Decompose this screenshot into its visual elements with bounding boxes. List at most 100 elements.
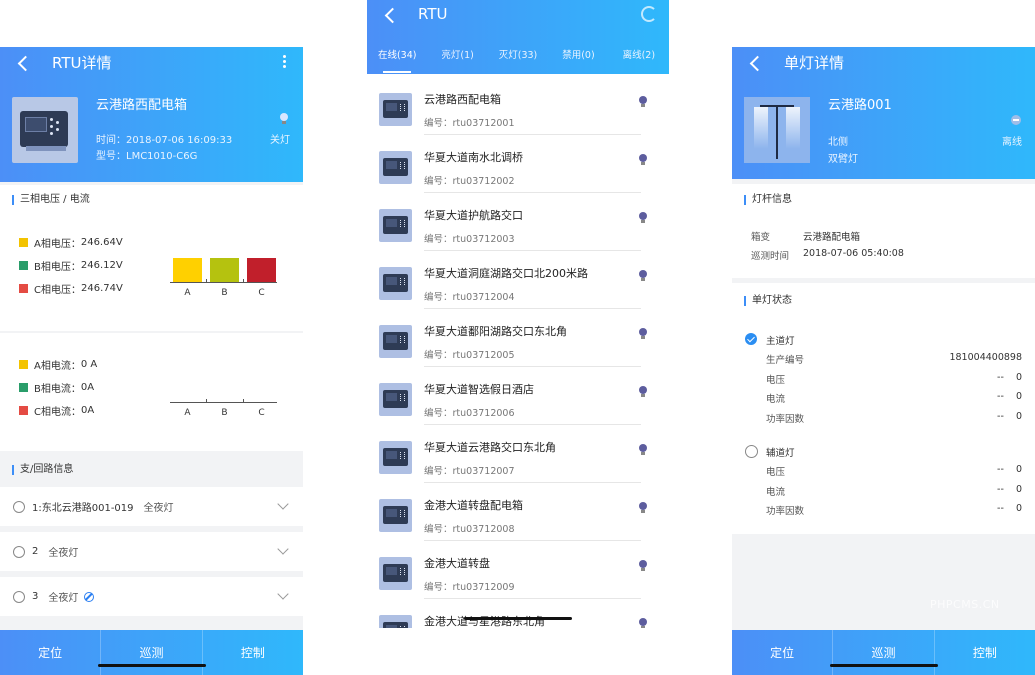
rtu-code: 编号：rtu03712006 <box>424 408 515 419</box>
list-item[interactable]: 华夏大道鄱阳湖路交口东北角 编号：rtu03712005 <box>367 309 669 367</box>
branch-label: 3 <box>32 591 39 602</box>
rtu-model: 型号：LMC1010-C6G <box>96 151 198 162</box>
tab-online[interactable]: 在线(34) <box>367 46 427 68</box>
back-icon[interactable] <box>14 51 34 75</box>
branch-label: 2 <box>32 546 39 557</box>
top-bar: RTU详情 <box>0 47 303 79</box>
bulb-icon <box>638 618 648 628</box>
bar-c <box>247 258 276 282</box>
branch-mode: 全夜灯 <box>143 503 174 514</box>
list-item[interactable]: 华夏大道护航路交口 编号：rtu03712003 <box>367 193 669 251</box>
more-icon[interactable] <box>283 55 287 71</box>
rtu-list: 云港路西配电箱 编号：rtu03712001 华夏大道南水北调桥 编号：rtu0371… <box>367 77 669 628</box>
voltage-c: C相电压： 246.74V <box>19 281 123 296</box>
section-title-pole: 灯杆信息 <box>744 195 792 205</box>
kv-key: 巡测时间 <box>751 251 790 262</box>
page-title: RTU详情 <box>52 54 112 72</box>
main-lamp-label: 主道灯 <box>766 336 795 347</box>
control-button[interactable]: 控制 <box>935 630 1035 675</box>
radio-icon[interactable] <box>13 545 25 558</box>
rtu-name: 云港路西配电箱 <box>96 98 188 113</box>
list-item[interactable]: 华夏大道洞庭湖路交口北200米路 编号：rtu03712004 <box>367 251 669 309</box>
page-title: RTU <box>418 5 448 23</box>
bulb-icon <box>638 96 648 108</box>
radio-icon[interactable] <box>745 445 758 458</box>
kv-key: 电压 <box>766 374 786 386</box>
list-item[interactable]: 云港路西配电箱 编号：rtu03712001 <box>367 77 669 135</box>
top-bar: 单灯详情 <box>732 47 1035 79</box>
current-b: B相电流： 0A <box>19 380 94 395</box>
chevron-down-icon[interactable] <box>277 498 289 510</box>
patrol-button[interactable]: 巡测 <box>101 630 203 675</box>
list-item[interactable]: 华夏大道南水北调桥 编号：rtu03712002 <box>367 135 669 193</box>
list-item[interactable]: 华夏大道云港路交口东北角 编号：rtu03712007 <box>367 425 669 483</box>
locate-button[interactable]: 定位 <box>0 630 102 675</box>
refresh-icon[interactable] <box>641 6 657 22</box>
cabinet-icon <box>379 383 412 416</box>
tab-disabled[interactable]: 禁用(0) <box>548 46 608 68</box>
lamp-status: 关灯 <box>270 135 290 146</box>
home-indicator[interactable] <box>830 664 938 667</box>
kv-key: 电流 <box>766 394 786 405</box>
rtu-code: 编号：rtu03712005 <box>424 350 515 361</box>
control-button[interactable]: 控制 <box>203 630 303 675</box>
kv-value: -- 0 <box>997 371 1022 383</box>
chevron-down-icon[interactable] <box>277 543 289 555</box>
list-item[interactable]: 华夏大道智选假日酒店 编号：rtu03712006 <box>367 367 669 425</box>
rtu-name: 华夏大道云港路交口东北角 <box>424 441 556 454</box>
back-icon[interactable] <box>746 51 766 75</box>
rtu-list-screen: RTU 在线(34) 亮灯(1) 灭灯(33) 禁用(0) 离线(2) 云港路西… <box>367 0 669 628</box>
branch-label: 1:东北云港路001-019 <box>32 503 134 514</box>
rtu-name: 金港大道转盘 <box>424 557 490 570</box>
home-indicator[interactable] <box>464 617 572 620</box>
section-title-lamp-state: 单灯状态 <box>744 296 792 306</box>
tab-offline[interactable]: 离线(2) <box>609 46 669 68</box>
kv-key: 功率因数 <box>766 506 805 517</box>
kv-key: 电流 <box>766 486 786 498</box>
tab-off[interactable]: 灭灯(33) <box>488 46 548 68</box>
branch-item[interactable]: 2 全夜灯 <box>0 532 303 571</box>
back-icon[interactable] <box>381 3 401 27</box>
locate-button[interactable]: 定位 <box>732 630 834 675</box>
cabinet-icon <box>379 209 412 242</box>
bar-b <box>210 258 239 282</box>
bulb-icon <box>638 560 648 572</box>
chevron-down-icon[interactable] <box>277 588 289 600</box>
list-item[interactable]: 金港大道转盘 编号：rtu03712009 <box>367 541 669 599</box>
list-item[interactable]: 金港大道转盘配电箱 编号：rtu03712008 <box>367 483 669 541</box>
list-item[interactable]: 金港大道与星港路东北角 <box>367 599 669 628</box>
rtu-detail-screen: RTU详情 云港路西配电箱 时间：2018-07-06 16:09:33 型号：… <box>0 47 303 675</box>
tick-label: C <box>258 408 265 418</box>
rtu-code: 编号：rtu03712003 <box>424 234 515 245</box>
home-indicator[interactable] <box>98 664 206 667</box>
top-bar: RTU 在线(34) 亮灯(1) 灭灯(33) 禁用(0) 离线(2) <box>367 0 669 74</box>
rtu-name: 华夏大道南水北调桥 <box>424 151 523 164</box>
status-tabs: 在线(34) 亮灯(1) 灭灯(33) 禁用(0) 离线(2) <box>367 46 669 68</box>
tab-indicator <box>383 71 411 73</box>
axis-tick <box>206 399 207 403</box>
disabled-icon <box>84 591 95 602</box>
kv-key: 箱变 <box>751 232 771 243</box>
tick-label: A <box>184 408 191 418</box>
rtu-name: 金港大道转盘配电箱 <box>424 499 523 512</box>
branch-mode: 全夜灯 <box>48 593 79 604</box>
cabinet-icon <box>379 151 412 184</box>
patrol-button[interactable]: 巡测 <box>833 630 935 675</box>
branch-item[interactable]: 3 全夜灯 <box>0 577 303 616</box>
branch-item[interactable]: 1:东北云港路001-019 全夜灯 <box>0 487 303 526</box>
lamp-detail-screen: 单灯详情 云港路001 北侧 双臂灯 离线 灯杆信息 箱变 云港路配电箱 巡测时… <box>732 47 1035 675</box>
lamp-name: 云港路001 <box>828 98 892 113</box>
bulb-icon <box>638 502 648 514</box>
lamp-type: 双臂灯 <box>828 154 858 165</box>
section-title-three-phase: 三相电压 / 电流 <box>12 195 90 205</box>
current-a: A相电流： 0 A <box>19 357 97 372</box>
checked-icon[interactable] <box>745 333 757 345</box>
aux-lamp-label: 辅道灯 <box>766 448 795 459</box>
rtu-code: 编号：rtu03712007 <box>424 466 515 477</box>
cabinet-icon <box>379 441 412 474</box>
legend-swatch-b <box>19 261 28 270</box>
tab-lit[interactable]: 亮灯(1) <box>427 46 487 68</box>
radio-icon[interactable] <box>13 500 25 513</box>
legend-swatch-c <box>19 284 28 293</box>
radio-icon[interactable] <box>13 590 25 603</box>
